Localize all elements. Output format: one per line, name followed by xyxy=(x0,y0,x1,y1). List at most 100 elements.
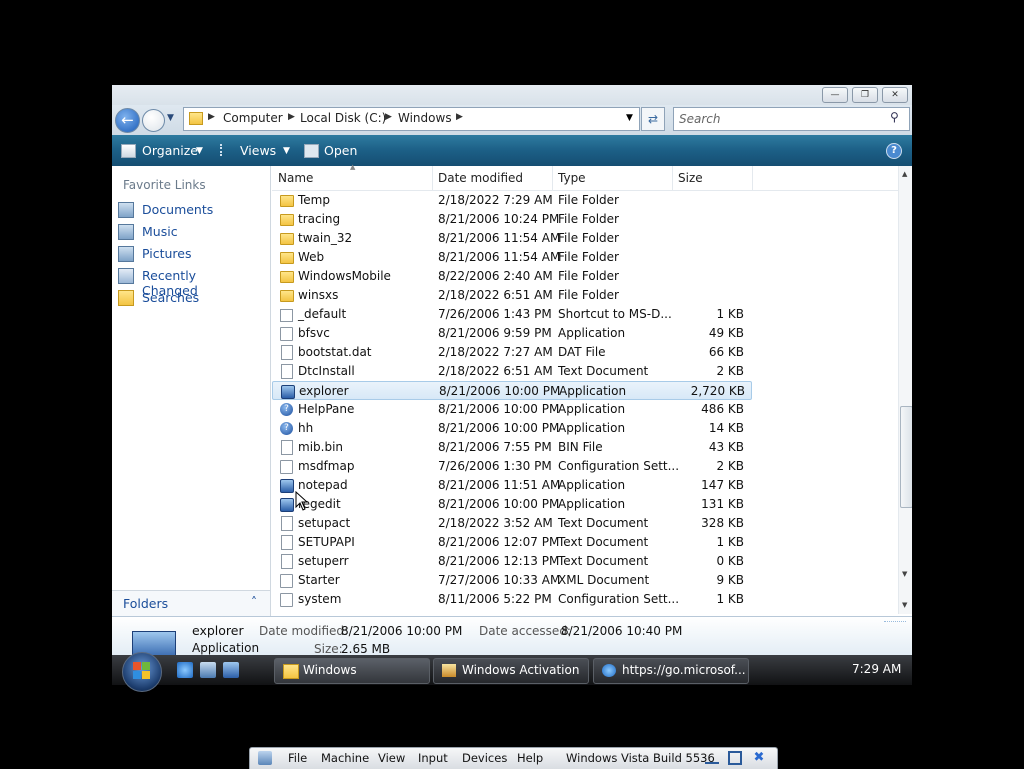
open-button[interactable]: Open xyxy=(324,143,357,158)
organize-dropdown-icon[interactable]: ▼ xyxy=(196,146,203,156)
scroll-down-icon[interactable]: ▼ xyxy=(902,601,907,609)
file-row[interactable]: winsxs 2/18/2022 6:51 AM File Folder xyxy=(272,286,752,305)
title-bar[interactable]: — ❐ ✕ xyxy=(112,85,912,105)
taskbar-button-browser[interactable]: https://go.microsof... xyxy=(593,658,749,684)
recently-changed-icon xyxy=(118,268,134,284)
vm-menu-machine[interactable]: Machine xyxy=(321,751,369,765)
breadcrumb-separator-icon[interactable]: ▶ xyxy=(208,112,215,122)
file-size: 147 KB xyxy=(701,478,744,492)
folder-icon xyxy=(283,664,299,679)
file-date: 7/26/2006 1:30 PM xyxy=(438,459,552,473)
help-icon[interactable]: ? xyxy=(886,143,902,159)
file-name: hh xyxy=(298,421,314,435)
file-row[interactable]: WindowsMobile 8/22/2006 2:40 AM File Folde… xyxy=(272,267,752,286)
taskbar-button-windows[interactable]: Windows xyxy=(274,658,430,684)
file-row[interactable]: Temp 2/18/2022 7:29 AM File Folder xyxy=(272,191,752,210)
file-row[interactable]: Web 8/21/2006 11:54 AM File Folder xyxy=(272,248,752,267)
file-date: 8/21/2006 10:00 PM xyxy=(439,384,561,398)
file-row[interactable]: setupact 2/18/2022 3:52 AM Text Document 32… xyxy=(272,514,752,533)
refresh-button[interactable]: ⇄ xyxy=(641,107,665,131)
pin-icon[interactable] xyxy=(258,751,272,765)
breadcrumb-computer[interactable]: Computer xyxy=(223,111,283,125)
file-row[interactable]: _default 7/26/2006 1:43 PM Shortcut to MS-… xyxy=(272,305,752,324)
file-row[interactable]: ? HelpPane 8/21/2006 10:00 PM Application 48… xyxy=(272,400,752,419)
start-button[interactable] xyxy=(122,652,162,692)
file-row[interactable]: bootstat.dat 2/18/2022 7:27 AM DAT File 66 … xyxy=(272,343,752,362)
close-button[interactable]: ✕ xyxy=(882,87,908,103)
folder-icon xyxy=(280,214,294,226)
address-bar[interactable]: ▶ Computer ▶ Local Disk (C:) ▶ Windows ▶… xyxy=(183,107,640,131)
address-dropdown-icon[interactable]: ▼ xyxy=(626,113,633,123)
vm-menu-input[interactable]: Input xyxy=(418,751,448,765)
folders-toggle[interactable]: Folders ˄ xyxy=(112,590,271,617)
file-row[interactable]: regedit 8/21/2006 10:00 PM Application 131 … xyxy=(272,495,752,514)
details-name: explorer xyxy=(192,623,244,638)
vm-menu-file[interactable]: File xyxy=(288,751,307,765)
file-size: 2,720 KB xyxy=(690,384,745,398)
column-header-label: Name xyxy=(278,171,314,185)
chevron-up-icon[interactable]: ˄ xyxy=(251,595,257,609)
size-value: 2.65 MB xyxy=(341,642,391,655)
internet-explorer-icon[interactable] xyxy=(177,662,193,678)
forward-button[interactable] xyxy=(142,109,165,132)
file-row[interactable]: explorer 8/21/2006 10:00 PM Application 2,7… xyxy=(272,381,752,400)
recent-pages-dropdown-icon[interactable]: ▼ xyxy=(167,113,174,123)
scroll-up-icon[interactable]: ▲ xyxy=(902,170,907,178)
close-icon[interactable]: ✖ xyxy=(752,751,766,765)
back-button[interactable]: ← xyxy=(115,108,140,133)
file-size: 0 KB xyxy=(716,554,744,568)
breadcrumb-separator-icon[interactable]: ▶ xyxy=(456,112,463,122)
vm-menu-help[interactable]: Help xyxy=(517,751,543,765)
search-input[interactable]: Search xyxy=(679,112,721,126)
file-name: DtcInstall xyxy=(298,364,355,378)
file-row[interactable]: system 8/11/2006 5:22 PM Configuration Set… xyxy=(272,590,752,609)
file-row[interactable]: msdfmap 7/26/2006 1:30 PM Configuration Se… xyxy=(272,457,752,476)
file-row[interactable]: SETUPAPI 8/21/2006 12:07 PM Text Document 1… xyxy=(272,533,752,552)
minimize-button[interactable]: — xyxy=(822,87,848,103)
vm-menu-view[interactable]: View xyxy=(378,751,405,765)
column-header-name[interactable]: ▲ Name xyxy=(272,163,433,190)
file-row[interactable]: notepad 8/21/2006 11:51 AM Application 147 … xyxy=(272,476,752,495)
resize-grip-icon[interactable] xyxy=(884,621,906,632)
file-name: tracing xyxy=(298,212,341,226)
minimize-icon[interactable] xyxy=(705,754,719,764)
breadcrumb-separator-icon[interactable]: ▶ xyxy=(385,112,392,122)
scrollbar-thumb[interactable] xyxy=(900,406,912,508)
views-dropdown-icon[interactable]: ▼ xyxy=(283,146,290,156)
file-row[interactable]: ? hh 8/21/2006 10:00 PM Application 14 KB xyxy=(272,419,752,438)
file-row[interactable]: DtcInstall 2/18/2022 6:51 AM Text Document… xyxy=(272,362,752,381)
vertical-scrollbar[interactable]: ▲ ▼ ▼ xyxy=(898,166,912,614)
column-header-size[interactable]: Size xyxy=(672,166,753,190)
file-date: 8/21/2006 10:00 PM xyxy=(438,497,560,511)
taskbar-button-windows-activation[interactable]: Windows Activation xyxy=(433,658,589,684)
file-row[interactable]: mib.bin 8/21/2006 7:55 PM BIN File 43 KB xyxy=(272,438,752,457)
maximize-button[interactable]: ❐ xyxy=(852,87,878,103)
file-row[interactable]: bfsvc 8/21/2006 9:59 PM Application 49 KB xyxy=(272,324,752,343)
vm-menu-devices[interactable]: Devices xyxy=(462,751,507,765)
file-row[interactable]: setuperr 8/21/2006 12:13 PM Text Document 0… xyxy=(272,552,752,571)
file-row[interactable]: tracing 8/21/2006 10:24 PM File Folder xyxy=(272,210,752,229)
search-icon[interactable]: ⚲ xyxy=(890,110,899,124)
restore-icon[interactable] xyxy=(728,751,742,765)
file-icon xyxy=(281,516,293,531)
file-row[interactable]: Starter 7/27/2006 10:33 AM XML Document 9 K… xyxy=(272,571,752,590)
breadcrumb-local-disk[interactable]: Local Disk (C:) xyxy=(300,111,386,125)
taskbar-button-label: Windows Activation xyxy=(462,663,580,677)
file-size: 1 KB xyxy=(716,592,744,606)
show-desktop-icon[interactable] xyxy=(200,662,216,678)
help-icon: ? xyxy=(280,422,293,435)
system-clock[interactable]: 7:29 AM xyxy=(852,662,901,676)
breadcrumb-windows[interactable]: Windows xyxy=(398,111,452,125)
file-row[interactable]: twain_32 8/21/2006 11:54 AM File Folder xyxy=(272,229,752,248)
nav-item-label: Pictures xyxy=(142,246,192,261)
vm-menu-bar: File Machine View Input Devices Help Win… xyxy=(249,747,778,769)
organize-button[interactable]: Organize xyxy=(142,143,198,158)
column-header-type[interactable]: Type xyxy=(552,166,673,190)
column-header-date[interactable]: Date modified xyxy=(432,166,553,190)
file-name: bfsvc xyxy=(298,326,330,340)
breadcrumb-separator-icon[interactable]: ▶ xyxy=(288,112,295,122)
switch-windows-icon[interactable] xyxy=(223,662,239,678)
scroll-down-icon[interactable]: ▼ xyxy=(902,570,907,578)
views-button[interactable]: Views xyxy=(240,143,276,158)
search-box[interactable]: Search ⚲ xyxy=(673,107,910,131)
